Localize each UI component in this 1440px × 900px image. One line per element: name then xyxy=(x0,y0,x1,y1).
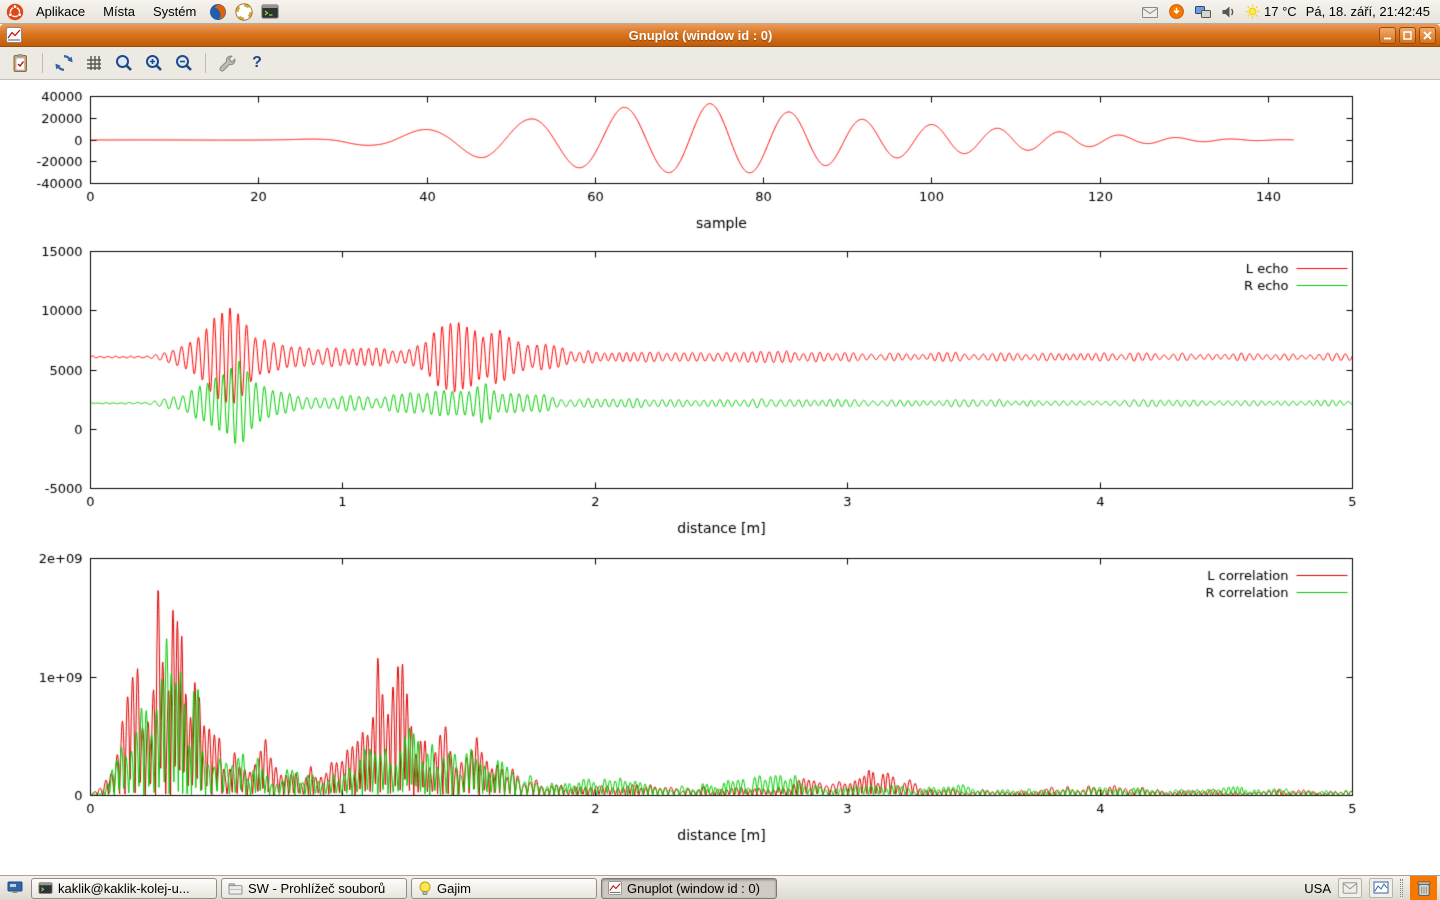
magnifier-icon xyxy=(114,53,134,73)
clock-applet[interactable]: Pá, 18. září, 21:42:45 xyxy=(1306,4,1430,19)
plot-content-area xyxy=(0,80,1440,875)
wrench-icon xyxy=(217,53,237,73)
refresh-icon xyxy=(54,53,74,73)
ubuntu-menu-icon[interactable] xyxy=(4,2,26,22)
task-label: Gajim xyxy=(437,881,471,896)
sun-icon xyxy=(1245,4,1260,19)
temperature-label: 17 °C xyxy=(1264,4,1297,19)
task-label: kaklik@kaklik-kolej-u... xyxy=(58,881,190,896)
toggle-grid-button[interactable] xyxy=(81,50,107,76)
trash-applet[interactable] xyxy=(1410,876,1437,900)
network-monitor-icon[interactable] xyxy=(1194,4,1212,20)
mail-notification-icon[interactable] xyxy=(1141,4,1159,20)
help-button[interactable]: ? xyxy=(244,50,270,76)
task-label: SW - Prohlížeč souborů xyxy=(248,881,385,896)
copy-to-clipboard-button[interactable] xyxy=(8,50,34,76)
task-file-manager[interactable]: SW - Prohlížeč souborů xyxy=(221,878,407,899)
ubuntu-logo-icon xyxy=(6,3,24,21)
clipboard-icon xyxy=(11,53,31,73)
menu-places[interactable]: Místa xyxy=(95,1,143,22)
gnuplot-icon xyxy=(608,881,622,895)
zoom-default-button[interactable] xyxy=(111,50,137,76)
replot-button[interactable] xyxy=(51,50,77,76)
help-launcher-icon[interactable] xyxy=(232,2,256,22)
gnuplot-canvas[interactable] xyxy=(0,80,1440,875)
panel-drag-handle[interactable] xyxy=(1400,879,1403,897)
task-gajim[interactable]: Gajim xyxy=(411,878,597,899)
desktop-icon xyxy=(7,881,23,895)
maximize-button[interactable] xyxy=(1399,27,1416,44)
folder-icon xyxy=(228,882,243,895)
terminal-launcher-icon[interactable] xyxy=(258,2,282,22)
titlebar[interactable]: Gnuplot (window id : 0) xyxy=(0,24,1440,47)
grid-icon xyxy=(84,53,104,73)
menu-system[interactable]: Systém xyxy=(145,1,204,22)
bottom-panel: kaklik@kaklik-kolej-u... SW - Prohlížeč … xyxy=(0,875,1440,900)
volume-icon[interactable] xyxy=(1221,4,1236,20)
minimize-button[interactable] xyxy=(1379,27,1396,44)
show-desktop-button[interactable] xyxy=(3,878,27,899)
tray-monitor-icon[interactable] xyxy=(1369,878,1393,898)
toolbar-separator xyxy=(205,53,206,73)
trash-icon xyxy=(1416,880,1432,897)
tray-mail-icon[interactable] xyxy=(1338,878,1362,898)
gnuplot-window: Gnuplot (window id : 0) xyxy=(0,24,1440,875)
toolbar-separator xyxy=(42,53,43,73)
firefox-launcher-icon[interactable] xyxy=(206,2,230,22)
weather-applet[interactable]: 17 °C xyxy=(1245,4,1297,19)
gnuplot-toolbar: ? xyxy=(0,47,1440,80)
magnifier-minus-icon xyxy=(174,53,194,73)
task-terminal[interactable]: kaklik@kaklik-kolej-u... xyxy=(31,878,217,899)
keyboard-layout-indicator[interactable]: USA xyxy=(1304,881,1331,896)
close-button[interactable] xyxy=(1419,27,1436,44)
menu-applications[interactable]: Aplikace xyxy=(28,1,93,22)
window-title: Gnuplot (window id : 0) xyxy=(22,28,1379,43)
zoom-out-button[interactable] xyxy=(171,50,197,76)
magnifier-plus-icon xyxy=(144,53,164,73)
lightbulb-icon xyxy=(418,881,432,896)
help-icon: ? xyxy=(252,54,262,72)
configure-button[interactable] xyxy=(214,50,240,76)
update-notifier-icon[interactable] xyxy=(1168,3,1185,20)
gnome-top-panel: Aplikace Místa Systém xyxy=(0,0,1440,24)
zoom-in-button[interactable] xyxy=(141,50,167,76)
task-label: Gnuplot (window id : 0) xyxy=(627,881,760,896)
terminal-icon xyxy=(38,882,53,895)
task-gnuplot[interactable]: Gnuplot (window id : 0) xyxy=(601,878,777,899)
gnuplot-window-icon xyxy=(6,27,22,43)
